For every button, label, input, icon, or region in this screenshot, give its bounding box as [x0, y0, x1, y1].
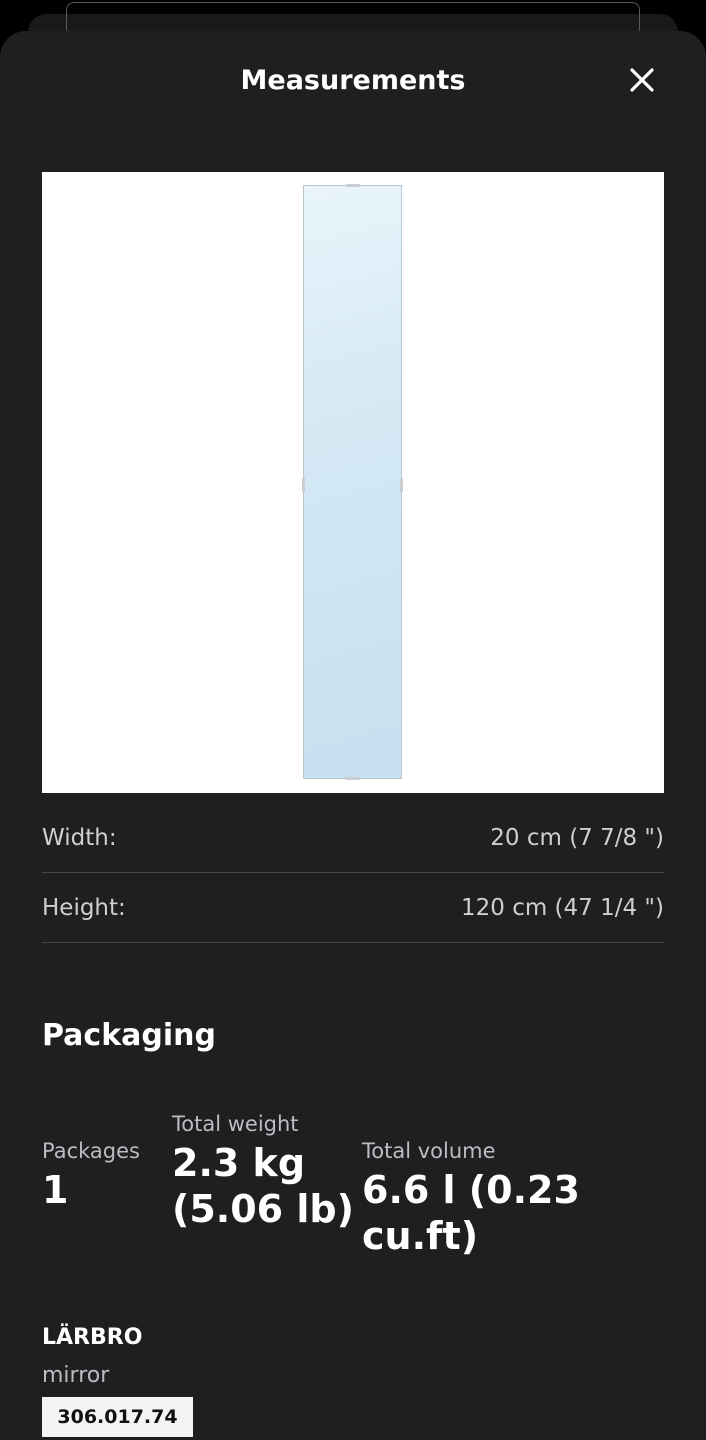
dimension-row-width: Width: 20 cm (7 7/8 ") [42, 803, 664, 873]
total-volume-label: Total volume [362, 1139, 496, 1163]
product-name: LÄRBRO [42, 1325, 143, 1350]
dimension-label: Width: [42, 825, 117, 851]
mirror-bottom-clip [346, 777, 360, 780]
sheet-title: Measurements [240, 65, 466, 96]
mirror-right-clip [400, 478, 403, 492]
article-number-badge: 306.017.74 [42, 1397, 193, 1437]
mirror-top-clip [346, 184, 360, 187]
product-description: mirror [42, 1363, 110, 1388]
packages-value: 1 [42, 1168, 69, 1212]
packaging-heading: Packaging [42, 1018, 216, 1053]
total-weight-imperial: (5.06 lb) [172, 1187, 354, 1231]
dimension-value: 20 cm (7 7/8 ") [490, 825, 664, 851]
total-weight-stat: Total weight 2.3 kg (5.06 lb) [172, 1110, 354, 1232]
close-icon [630, 68, 654, 92]
mirror-left-clip [302, 478, 305, 492]
dimension-label: Height: [42, 895, 126, 921]
measurements-sheet: Measurements Width: 20 cm (7 7/8 ") Heig… [0, 31, 706, 1440]
total-weight-value: 2.3 kg (5.06 lb) [172, 1140, 354, 1232]
total-volume-value: 6.6 l (0.23 cu.ft) [362, 1168, 580, 1258]
close-button[interactable] [620, 61, 664, 101]
dimension-row-height: Height: 120 cm (47 1/4 ") [42, 873, 664, 943]
packages-label: Packages [42, 1139, 140, 1163]
packages-stat: Packages 1 [42, 1137, 140, 1213]
mirror-illustration [302, 184, 403, 780]
total-weight-label: Total weight [172, 1112, 299, 1136]
total-volume-stat: Total volume 6.6 l (0.23 cu.ft) [362, 1137, 706, 1259]
total-weight-metric: 2.3 kg [172, 1141, 306, 1185]
product-image [42, 172, 664, 793]
dimension-value: 120 cm (47 1/4 ") [460, 895, 664, 921]
